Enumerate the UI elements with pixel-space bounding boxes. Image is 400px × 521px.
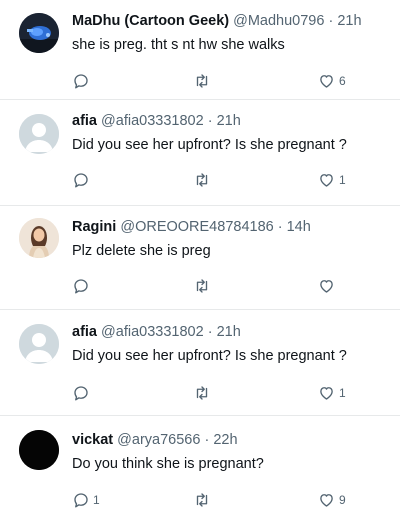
timestamp[interactable]: 22h [213, 432, 237, 448]
display-name[interactable]: afia [72, 324, 97, 340]
reply-button[interactable]: 1 [72, 491, 100, 509]
separator-dot: · [207, 324, 213, 340]
retweet-button[interactable] [192, 491, 215, 509]
retweet-button[interactable] [192, 384, 215, 402]
tweet[interactable]: Ragini @OREOORE48784186 · 14h Plz delete… [0, 206, 400, 310]
retweet-icon [196, 74, 208, 88]
separator-dot: · [277, 219, 283, 235]
reply-icon [74, 493, 88, 508]
retweet-button[interactable] [192, 277, 215, 295]
timestamp[interactable]: 21h [217, 113, 241, 129]
like-button[interactable]: 1 [317, 171, 346, 189]
heart-icon [320, 174, 333, 187]
like-count: 1 [339, 173, 346, 187]
retweet-icon [196, 279, 208, 293]
timestamp[interactable]: 21h [337, 13, 361, 29]
default-avatar-icon [19, 114, 59, 154]
tweet[interactable]: afia @afia03331802 · 21h Did you see her… [0, 100, 400, 206]
cartoon-avatar-image [19, 13, 59, 53]
reply-button[interactable] [72, 277, 93, 295]
display-name[interactable]: afia [72, 113, 97, 129]
like-count: 6 [339, 74, 346, 88]
avatar[interactable] [19, 430, 59, 470]
heart-icon [320, 387, 333, 400]
display-name[interactable]: MaDhu (Cartoon Geek) [72, 13, 229, 29]
retweet-icon [196, 173, 208, 187]
tweet-text: Plz delete she is preg [72, 243, 211, 259]
retweet-button[interactable] [192, 171, 215, 189]
separator-dot: · [204, 432, 210, 448]
avatar[interactable] [19, 218, 59, 258]
heart-icon [320, 280, 333, 293]
reply-icon [74, 74, 88, 89]
user-handle[interactable]: @afia03331802 [101, 113, 204, 129]
like-button[interactable]: 1 [317, 384, 346, 402]
reply-button[interactable] [72, 384, 93, 402]
reply-feed: MaDhu (Cartoon Geek) @Madhu0796 · 21h sh… [0, 0, 400, 521]
display-name[interactable]: vickat [72, 432, 113, 448]
like-button[interactable]: 9 [317, 491, 346, 509]
user-handle[interactable]: @Madhu0796 [233, 13, 324, 29]
avatar[interactable] [19, 13, 59, 53]
tweet-text: Did you see her upfront? Is she pregnant… [72, 137, 347, 153]
avatar[interactable] [19, 324, 59, 364]
like-button[interactable]: 6 [317, 72, 346, 90]
reply-icon [74, 173, 88, 188]
like-button[interactable] [317, 277, 339, 295]
like-count: 1 [339, 386, 346, 400]
tweet[interactable]: afia @afia03331802 · 21h Did you see her… [0, 310, 400, 416]
user-handle[interactable]: @afia03331802 [101, 324, 204, 340]
heart-icon [320, 494, 333, 507]
retweet-button[interactable] [192, 72, 215, 90]
user-handle[interactable]: @OREOORE48784186 [120, 219, 273, 235]
heart-icon [320, 75, 333, 88]
tweet-text: Do you think she is pregnant? [72, 456, 264, 472]
reply-button[interactable] [72, 72, 93, 90]
separator-dot: · [328, 13, 334, 29]
retweet-icon [196, 386, 208, 400]
photo-avatar-image [19, 218, 59, 258]
timestamp[interactable]: 14h [287, 219, 311, 235]
reply-button[interactable] [72, 171, 93, 189]
reply-icon [74, 386, 88, 401]
timestamp[interactable]: 21h [217, 324, 241, 340]
retweet-icon [196, 493, 208, 507]
display-name[interactable]: Ragini [72, 219, 116, 235]
avatar[interactable] [19, 114, 59, 154]
like-count: 9 [339, 493, 346, 507]
black-avatar-image [19, 430, 59, 470]
default-avatar-icon [19, 324, 59, 364]
tweet-text: Did you see her upfront? Is she pregnant… [72, 348, 347, 364]
reply-icon [74, 279, 88, 294]
tweet[interactable]: MaDhu (Cartoon Geek) @Madhu0796 · 21h sh… [0, 0, 400, 100]
tweet[interactable]: vickat @arya76566 · 22h Do you think she… [0, 416, 400, 521]
separator-dot: · [207, 113, 213, 129]
user-handle[interactable]: @arya76566 [117, 432, 200, 448]
reply-count: 1 [93, 493, 100, 507]
tweet-text: she is preg. tht s nt hw she walks [72, 37, 285, 53]
